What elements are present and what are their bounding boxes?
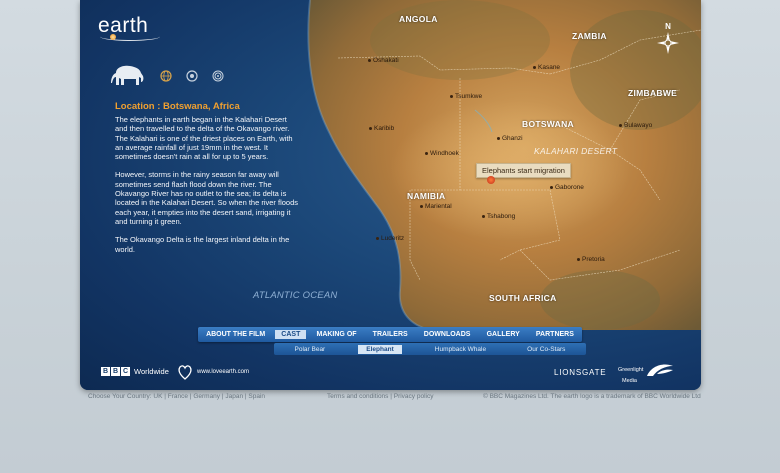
country-spain[interactable]: Spain	[248, 393, 265, 400]
bbc-letter-3: C	[121, 367, 130, 376]
lionsgate-logo[interactable]: LIONSGATE	[554, 368, 606, 377]
love-earth-url: www.loveearth.com	[197, 369, 250, 375]
greenlight-media-logo[interactable]: Greenlight Media	[618, 362, 675, 385]
greenlight-media-text: Media	[622, 378, 637, 384]
terms-link[interactable]: Terms and conditions	[327, 393, 388, 400]
nav-making-of[interactable]: MAKING OF	[310, 330, 362, 339]
city-gaborone: Gaborone	[550, 184, 584, 191]
label-angola: ANGOLA	[399, 14, 438, 24]
heart-logo-icon	[178, 365, 192, 380]
compass-rose-icon	[657, 32, 679, 54]
migration-marker[interactable]	[487, 176, 495, 184]
city-tsumkwe: Tsumkwe	[450, 93, 482, 100]
country-uk[interactable]: UK	[153, 393, 162, 400]
subnav-elephant[interactable]: Elephant	[358, 344, 402, 354]
label-namibia: NAMIBIA	[407, 191, 446, 201]
city-bulawayo: Bulawayo	[619, 122, 652, 129]
description-paragraph-1: The elephants in earth began in the Kala…	[115, 115, 293, 162]
logo-swoosh	[100, 32, 160, 41]
label-botswana: BOTSWANA	[522, 119, 574, 129]
logo-sun-icon	[110, 34, 116, 40]
bbc-letter-1: B	[101, 367, 110, 376]
country-label: Choose Your Country:	[88, 393, 152, 400]
greenlight-text: Greenlight	[618, 366, 644, 373]
globe-icon[interactable]	[160, 69, 172, 87]
city-mariental: Mariental	[420, 203, 452, 210]
label-zimbabwe: ZIMBABWE	[628, 88, 678, 98]
nav-gallery[interactable]: GALLERY	[481, 330, 526, 339]
location-title: Location : Botswana, Africa	[115, 101, 240, 112]
label-south-africa: SOUTH AFRICA	[489, 293, 557, 303]
country-germany[interactable]: Germany	[193, 393, 220, 400]
compass-north-label: N	[665, 22, 671, 31]
nav-downloads[interactable]: DOWNLOADS	[418, 330, 477, 339]
compass: N	[656, 22, 680, 58]
city-windhoek: Windhoek	[425, 150, 459, 157]
category-icons	[110, 64, 224, 91]
country-selector: Choose Your Country: UK | France | Germa…	[88, 393, 266, 400]
nav-trailers[interactable]: TRAILERS	[367, 330, 414, 339]
main-frame: ANGOLA ZAMBIA ZIMBABWE BOTSWANA NAMIBIA …	[80, 0, 701, 390]
city-luderitz: Luderitz	[376, 235, 404, 242]
ring-icon[interactable]	[212, 69, 224, 87]
location-info-panel: Location : Botswana, Africa The elephant…	[115, 101, 300, 263]
nav-about-the-film[interactable]: ABOUT THE FILM	[200, 330, 271, 339]
subnav-humpback-whale[interactable]: Humpback Whale	[427, 345, 494, 354]
bbc-letter-2: B	[111, 367, 120, 376]
subnav-our-co-stars[interactable]: Our Co-Stars	[519, 345, 573, 354]
legal-links: Terms and conditions | Privacy policy	[327, 393, 434, 400]
city-kasane: Kasane	[533, 64, 560, 71]
label-zambia: ZAMBIA	[572, 31, 607, 41]
copyright-text: © BBC Magazines Ltd. The earth logo is a…	[483, 393, 701, 400]
country-japan[interactable]: Japan	[225, 393, 243, 400]
description-paragraph-2: However, storms in the rainy season far …	[115, 170, 299, 226]
country-france[interactable]: France	[168, 393, 188, 400]
footer: Choose Your Country: UK | France | Germa…	[0, 393, 780, 403]
atlantic-ocean-label: ATLANTIC OCEAN	[253, 290, 338, 301]
city-pretoria: Pretoria	[577, 256, 605, 263]
city-oshakati: Oshakati	[368, 57, 399, 64]
city-ghanzi: Ghanzi	[497, 135, 523, 142]
bbc-worldwide-logo[interactable]: B B C Worldwide	[101, 367, 169, 376]
city-karibib: Karibib	[369, 125, 394, 132]
city-tshabong: Tshabong	[482, 213, 515, 220]
kalahari-desert-label: KALAHARI DESERT	[534, 146, 618, 156]
main-nav: ABOUT THE FILM CAST MAKING OF TRAILERS D…	[198, 327, 582, 342]
privacy-link[interactable]: Privacy policy	[394, 393, 434, 400]
elephant-icon[interactable]	[110, 64, 146, 91]
greenlight-swoosh-icon	[647, 364, 674, 376]
cast-sub-nav: Polar Bear Elephant Humpback Whale Our C…	[274, 343, 586, 355]
nav-cast[interactable]: CAST	[275, 330, 307, 339]
nav-partners[interactable]: PARTNERS	[530, 330, 580, 339]
love-earth-link[interactable]: www.loveearth.com	[177, 363, 249, 381]
target-icon[interactable]	[186, 69, 198, 87]
subnav-polar-bear[interactable]: Polar Bear	[287, 345, 334, 354]
description-paragraph-3: The Okavango Delta is the largest inland…	[115, 235, 290, 254]
bbc-worldwide-text: Worldwide	[134, 367, 169, 376]
